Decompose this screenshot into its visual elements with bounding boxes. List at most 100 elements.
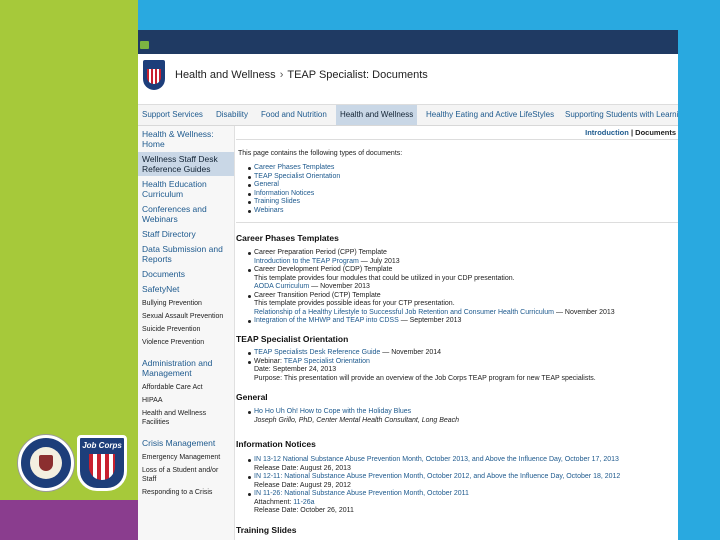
- toc-item[interactable]: Webinars: [247, 207, 340, 216]
- item-line: Career Preparation Period (CPP) Template: [254, 249, 615, 258]
- list-item: Career Preparation Period (CPP) Template…: [248, 249, 615, 266]
- folder-icon[interactable]: [140, 41, 149, 49]
- list-item: Ho Ho Uh Oh! How to Cope with the Holida…: [247, 408, 459, 425]
- description-text: Career Preparation Period (CPP) Template: [254, 249, 387, 256]
- list-item: Webinar: TEAP Specialist Orientation Date…: [248, 358, 596, 384]
- item-line: Career Development Period (CDP) Template: [254, 266, 615, 275]
- description-text: Release Date: August 29, 2012: [254, 481, 351, 489]
- sidebar-item[interactable]: Responding to a Crisis: [138, 487, 234, 498]
- tab-1[interactable]: Disability: [212, 105, 252, 125]
- sub-nav-separator: |: [630, 128, 634, 137]
- item-line: Relationship of a Healthy Lifestyle to S…: [254, 309, 615, 318]
- item-line: Release Date: August 29, 2012: [254, 482, 620, 491]
- sidebar-item[interactable]: Data Submission and Reports: [138, 242, 234, 266]
- tab-5[interactable]: Supporting Students with Learni: [561, 105, 678, 125]
- sidebar-item[interactable]: Health and Wellness Facilities: [138, 408, 234, 428]
- sidebar-item[interactable]: Bullying Prevention: [138, 298, 234, 309]
- sidebar-item[interactable]: Administration and Management: [138, 356, 234, 380]
- document-link[interactable]: AODA Curriculum: [254, 283, 309, 290]
- breadcrumb-section[interactable]: Health and Wellness: [175, 69, 276, 81]
- document-link[interactable]: 11-26a: [293, 499, 314, 506]
- document-link[interactable]: IN 13-12 National Substance Abuse Preven…: [254, 456, 619, 463]
- list-item: Career Transition Period (CTP) Template T…: [248, 292, 615, 318]
- sidebar-item[interactable]: Violence Prevention: [138, 337, 234, 348]
- tab-0[interactable]: Support Services: [138, 105, 207, 125]
- document-link[interactable]: IN 12-11: National Substance Abuse Preve…: [254, 473, 620, 480]
- list-item: IN 11-26: National Substance Abuse Preve…: [247, 490, 620, 516]
- section-heading-career: Career Phases Templates: [236, 233, 339, 243]
- toc-item[interactable]: Training Slides: [247, 198, 340, 207]
- page-header: Health and Wellness › TEAP Specialist: Doc…: [138, 54, 678, 105]
- toc-item[interactable]: Career Phases Templates: [247, 164, 340, 173]
- sidebar-item[interactable]: Wellness Staff Desk Reference Guides: [138, 152, 234, 176]
- documents-current: Documents: [635, 128, 676, 137]
- item-line: IN 13-12 National Substance Abuse Preven…: [254, 456, 620, 465]
- blue-background: [683, 0, 720, 540]
- document-link[interactable]: Integration of the MHWP and TEAP into CD…: [254, 317, 399, 324]
- document-link[interactable]: TEAP Specialists Desk Reference Guide: [254, 349, 380, 356]
- section-heading-training: Training Slides: [236, 525, 297, 535]
- sidebar: Health & Wellness: Home Wellness Staff De…: [138, 126, 235, 540]
- green-background: [0, 0, 138, 500]
- section-heading-notices: Information Notices: [236, 439, 316, 449]
- item-line: Career Transition Period (CTP) Template: [254, 292, 615, 301]
- introduction-link[interactable]: Introduction: [585, 128, 629, 137]
- list-item: TEAP Specialists Desk Reference Guide — …: [248, 349, 596, 358]
- item-line: Release Date: August 26, 2013: [254, 465, 620, 474]
- sidebar-item[interactable]: Documents: [138, 267, 234, 281]
- job-corps-icon[interactable]: [143, 60, 165, 90]
- item-line: IN 12-11: National Substance Abuse Preve…: [254, 473, 620, 482]
- page-title: Health and Wellness › TEAP Specialist: Doc…: [175, 69, 428, 81]
- main-content: Introduction | Documents This page conta…: [236, 126, 678, 540]
- sub-nav: Introduction | Documents: [585, 128, 676, 137]
- item-line: Purpose: This presentation will provide …: [254, 375, 596, 384]
- tab-4[interactable]: Healthy Eating and Active LifeStyles: [422, 105, 558, 125]
- sidebar-item[interactable]: Crisis Management: [138, 436, 234, 450]
- divider: [236, 222, 678, 223]
- purple-background: [0, 500, 138, 540]
- sidebar-item[interactable]: Health Education Curriculum: [138, 177, 234, 201]
- item-line: Webinar: TEAP Specialist Orientation: [254, 358, 596, 367]
- top-bar: [138, 30, 678, 54]
- breadcrumb-page: TEAP Specialist: Documents: [287, 69, 428, 81]
- label-text: Webinar:: [254, 357, 284, 365]
- document-link[interactable]: Introduction to the TEAP Program: [254, 258, 359, 265]
- list-item: Integration of the MHWP and TEAP into CD…: [248, 317, 615, 326]
- document-link[interactable]: Relationship of a Healthy Lifestyle to S…: [254, 309, 554, 316]
- sidebar-item[interactable]: Health & Wellness: Home: [138, 127, 234, 151]
- item-line: Ho Ho Uh Oh! How to Cope with the Holida…: [254, 408, 459, 417]
- description-text: Career Development Period (CDP) Template: [254, 266, 393, 273]
- description-text: This template provides possible ideas fo…: [254, 300, 455, 307]
- sidebar-item[interactable]: SafetyNet: [138, 282, 234, 296]
- document-link[interactable]: IN 11-26: National Substance Abuse Preve…: [254, 490, 469, 497]
- section-heading-general: General: [236, 392, 268, 402]
- item-line: AODA Curriculum — November 2013: [254, 283, 615, 292]
- document-link[interactable]: TEAP Specialist Orientation: [284, 358, 370, 365]
- item-line: Integration of the MHWP and TEAP into CD…: [254, 317, 615, 326]
- department-seal-logo: [18, 435, 74, 491]
- label-text: Attachment:: [254, 498, 294, 506]
- sidebar-item[interactable]: Staff Directory: [138, 227, 234, 241]
- sidebar-item[interactable]: HIPAA: [138, 395, 234, 406]
- tab-3[interactable]: Health and Wellness: [336, 105, 418, 125]
- sidebar-item[interactable]: Conferences and Webinars: [138, 202, 234, 226]
- date-text: — November 2013: [309, 283, 370, 290]
- toc-list: Career Phases Templates TEAP Specialist O…: [247, 164, 340, 216]
- date-text: — September 2013: [398, 317, 462, 324]
- career-list: Career Preparation Period (CPP) Template…: [248, 249, 615, 326]
- toc-item[interactable]: TEAP Specialist Orientation: [247, 173, 340, 182]
- toc-item[interactable]: General: [247, 181, 340, 190]
- nav-tabs: Support Services Disability Food and Nutri…: [138, 105, 678, 126]
- list-item: Career Development Period (CDP) Template…: [248, 266, 615, 292]
- sidebar-item[interactable]: Sexual Assault Prevention: [138, 311, 234, 322]
- tab-2[interactable]: Food and Nutrition: [257, 105, 331, 125]
- description-text: Release Date: August 26, 2013: [254, 464, 351, 472]
- document-link[interactable]: Ho Ho Uh Oh! How to Cope with the Holida…: [254, 408, 411, 415]
- sidebar-item[interactable]: Emergency Management: [138, 452, 234, 463]
- sidebar-item[interactable]: Loss of a Student and/or Staff: [138, 465, 234, 485]
- description-text: Date: September 24, 2013: [254, 366, 337, 373]
- sidebar-item[interactable]: Suicide Prevention: [138, 324, 234, 335]
- toc-item[interactable]: Information Notices: [247, 190, 340, 199]
- intro-text: This page contains the following types o…: [238, 150, 403, 157]
- sidebar-item[interactable]: Affordable Care Act: [138, 382, 234, 393]
